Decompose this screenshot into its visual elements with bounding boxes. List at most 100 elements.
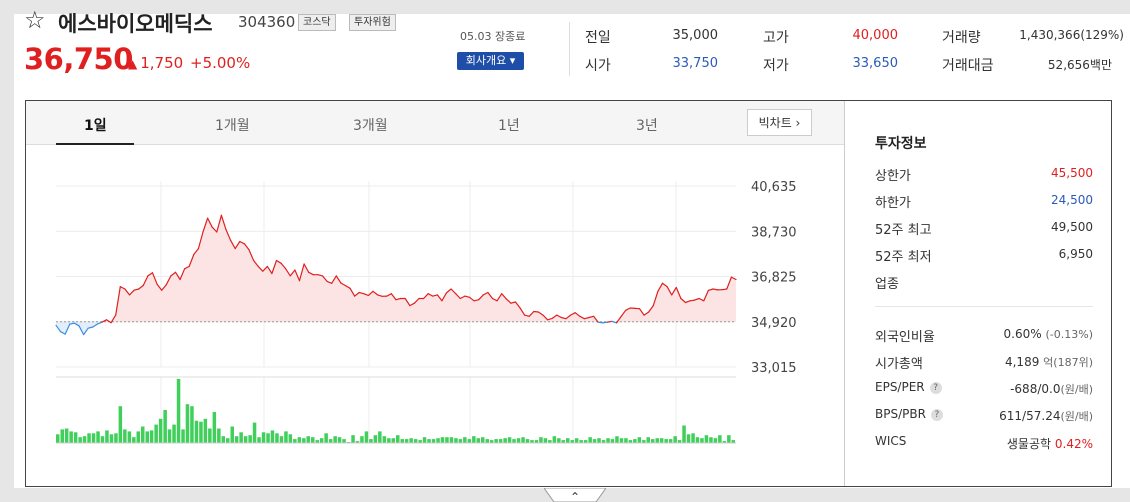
52w-high-value: 49,500 bbox=[1051, 220, 1093, 234]
volume-bar bbox=[56, 434, 60, 443]
volume-bar bbox=[691, 433, 695, 443]
volume-bar bbox=[91, 433, 96, 443]
volume-bar bbox=[212, 412, 217, 443]
volume-bar bbox=[373, 435, 378, 443]
stock-header: ☆ 에스바이오메딕스 304360 코스닥 투자위험 36,750 ▲ 1,750… bbox=[14, 0, 1130, 95]
volume-bar bbox=[668, 439, 673, 443]
volume-bar bbox=[543, 438, 548, 443]
volume-bar bbox=[709, 437, 713, 443]
volume-bar bbox=[199, 421, 203, 443]
foreign-ratio-value: 0.60% (-0.13%) bbox=[1004, 327, 1093, 341]
volume-bar bbox=[516, 438, 521, 443]
warning-badge: 투자위험 bbox=[349, 14, 396, 31]
market-cap-unit: 억 bbox=[1043, 356, 1054, 369]
volume-bar bbox=[270, 430, 275, 443]
volume-bar bbox=[615, 436, 619, 443]
volume-bar bbox=[624, 438, 628, 443]
volume-bar bbox=[557, 438, 561, 443]
volume-bar bbox=[588, 437, 592, 443]
volume-bar bbox=[378, 431, 382, 443]
volume-bar bbox=[284, 431, 288, 443]
volume-bar bbox=[539, 437, 543, 443]
help-icon[interactable]: ? bbox=[930, 409, 943, 421]
eps-per-number: -688/0.0 bbox=[1010, 382, 1061, 396]
volume-bar bbox=[302, 438, 306, 443]
stock-code: 304360 bbox=[238, 13, 296, 31]
price-line-segment bbox=[533, 310, 540, 313]
price-change: ▲ 1,750 bbox=[128, 54, 183, 72]
eps-per-text: EPS/PER bbox=[875, 380, 925, 394]
upper-limit-value: 45,500 bbox=[1051, 166, 1093, 180]
tab-3year[interactable]: 3년 bbox=[636, 115, 658, 135]
lower-limit-label: 하한가 bbox=[875, 196, 911, 211]
volume-bar bbox=[123, 429, 127, 443]
tab-1month[interactable]: 1개월 bbox=[215, 115, 250, 135]
volume-bar bbox=[266, 433, 270, 443]
foreign-ratio-label: 외국인비율 bbox=[875, 330, 935, 345]
volume-bar bbox=[659, 438, 664, 443]
volume-bar bbox=[73, 432, 78, 443]
volume-bar bbox=[422, 437, 427, 443]
lower-limit-value: 24,500 bbox=[1051, 193, 1093, 207]
y-tick-label: 33,015 bbox=[751, 361, 797, 376]
company-overview-button[interactable]: 회사개요 ▾ bbox=[457, 52, 524, 70]
volume-bar bbox=[476, 438, 480, 443]
volume-bar bbox=[337, 437, 342, 443]
volume-bar bbox=[413, 439, 418, 443]
info-divider bbox=[875, 306, 1093, 307]
volume-bar bbox=[512, 439, 516, 443]
volume-bar bbox=[351, 435, 355, 443]
wics-value[interactable]: 생물공학 0.42% bbox=[1007, 435, 1093, 452]
volume-bar bbox=[163, 410, 167, 443]
volume-bar bbox=[503, 438, 507, 443]
volume-bar bbox=[369, 439, 373, 443]
volume-bar bbox=[655, 438, 659, 443]
foreign-ratio-number: 0.60% bbox=[1003, 327, 1042, 341]
volume-bar bbox=[727, 435, 731, 443]
52w-low-value: 6,950 bbox=[1058, 247, 1093, 261]
big-chart-button[interactable]: 빅차트 › bbox=[747, 109, 812, 136]
foreign-ratio-change: (-0.13%) bbox=[1045, 328, 1094, 341]
volume-bar bbox=[498, 439, 503, 443]
help-icon[interactable]: ? bbox=[929, 382, 942, 394]
volume-bar bbox=[181, 429, 185, 443]
price-line-segment bbox=[721, 288, 728, 291]
tab-1day[interactable]: 1일 bbox=[84, 115, 107, 135]
header-divider bbox=[569, 22, 570, 76]
chart-panel: 1일 1개월 3개월 1년 3년 빅차트 › 40,635 38,730 36,82… bbox=[25, 100, 1112, 487]
market-badge: 코스닥 bbox=[298, 14, 336, 31]
volume-bar bbox=[449, 437, 454, 443]
eps-per-unit: (원/배) bbox=[1060, 383, 1093, 396]
price-line-segment bbox=[602, 321, 609, 324]
volume-bar bbox=[673, 436, 677, 443]
volume-bar bbox=[382, 436, 387, 443]
volume-bar bbox=[610, 439, 615, 443]
52w-high-label: 52주 최고 bbox=[875, 223, 932, 238]
volume-bar bbox=[239, 432, 243, 443]
volume-bar bbox=[360, 436, 364, 443]
change-percent: +5.00% bbox=[190, 54, 251, 72]
volume-bar bbox=[713, 438, 718, 443]
volume-bar bbox=[436, 438, 440, 443]
scroll-toggle[interactable]: ⌃ bbox=[544, 488, 606, 502]
volume-bar bbox=[172, 424, 176, 443]
volume-bar bbox=[467, 439, 472, 443]
prev-close-value: 35,000 bbox=[672, 28, 719, 43]
volume-bar bbox=[606, 438, 610, 443]
price-line-segment bbox=[597, 321, 604, 324]
volume-bar bbox=[391, 438, 395, 443]
eps-per-value: -688/0.0(원/배) bbox=[1010, 381, 1093, 397]
tab-3month[interactable]: 3개월 bbox=[353, 115, 388, 135]
bps-pbr-number: 611/57.24 bbox=[999, 409, 1061, 423]
market-cap-rank: (187위) bbox=[1053, 356, 1093, 369]
bps-pbr-unit: (원/배) bbox=[1060, 410, 1093, 423]
favorite-star-icon[interactable]: ☆ bbox=[24, 6, 46, 34]
amount-value: 52,656백만 bbox=[1047, 58, 1112, 72]
volume-bar bbox=[333, 436, 337, 443]
volume-bar bbox=[114, 433, 118, 443]
volume-bar bbox=[342, 439, 346, 443]
tab-1year[interactable]: 1년 bbox=[498, 115, 520, 135]
volume-bar bbox=[686, 434, 691, 443]
volume-bar bbox=[87, 433, 91, 443]
volume-bar bbox=[695, 437, 700, 443]
